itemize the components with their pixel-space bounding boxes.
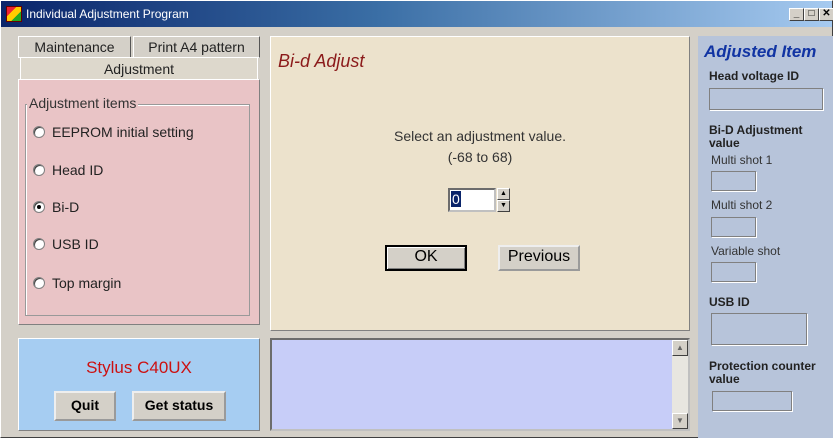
head-voltage-id-field xyxy=(709,88,823,110)
tab-maintenance[interactable]: Maintenance xyxy=(18,36,131,58)
radio-icon[interactable] xyxy=(33,126,45,138)
option-label: Head ID xyxy=(52,162,104,178)
option-label: USB ID xyxy=(52,236,99,252)
minimize-button[interactable]: _ xyxy=(789,8,804,21)
radio-selected-icon[interactable] xyxy=(33,201,45,213)
message-log-area[interactable]: ▲ ▼ xyxy=(270,338,690,431)
maximize-button[interactable]: □ xyxy=(804,8,819,21)
scroll-up-icon[interactable]: ▲ xyxy=(672,340,688,356)
close-button[interactable]: ✕ xyxy=(819,8,833,21)
radio-icon[interactable] xyxy=(33,277,45,289)
value-spinner[interactable]: ▲ ▼ xyxy=(497,188,510,212)
get-status-button[interactable]: Get status xyxy=(132,391,226,421)
protection-counter-field xyxy=(712,391,792,411)
title-bar[interactable]: Individual Adjustment Program _ □ ✕ xyxy=(1,1,833,27)
spin-down-icon[interactable]: ▼ xyxy=(497,200,510,212)
usb-id-field xyxy=(711,313,807,345)
ok-button[interactable]: OK xyxy=(385,245,467,271)
usb-id-label: USB ID xyxy=(709,295,750,309)
option-label: Top margin xyxy=(52,275,122,291)
previous-button[interactable]: Previous xyxy=(498,245,580,271)
option-label: EEPROM initial setting xyxy=(52,124,194,140)
multi-shot-1-field xyxy=(711,171,756,191)
bi-d-adjustment-value-label: Bi-D Adjustment value xyxy=(709,123,803,150)
radio-icon[interactable] xyxy=(33,164,45,176)
log-scrollbar[interactable]: ▲ ▼ xyxy=(672,340,688,429)
head-voltage-id-label: Head voltage ID xyxy=(709,69,800,83)
adjustment-value-input[interactable]: 0 xyxy=(448,188,496,212)
bi-d-adjust-panel: Bi-d Adjust Select an adjustment value. … xyxy=(270,36,690,331)
instruction-text: Select an adjustment value. xyxy=(394,128,566,144)
option-eeprom-initial-setting[interactable]: EEPROM initial setting xyxy=(33,122,194,142)
adjustment-items-label: Adjustment items xyxy=(27,95,139,111)
option-usb-id[interactable]: USB ID xyxy=(33,234,99,254)
option-head-id[interactable]: Head ID xyxy=(33,160,103,180)
app-window: Individual Adjustment Program _ □ ✕ Main… xyxy=(0,0,833,438)
option-top-margin[interactable]: Top margin xyxy=(33,273,121,293)
scroll-down-icon[interactable]: ▼ xyxy=(672,413,688,429)
adjustment-tab-body: Adjustment items EEPROM initial setting … xyxy=(18,79,260,325)
multi-shot-1-label: Multi shot 1 xyxy=(711,153,773,167)
panel-title: Bi-d Adjust xyxy=(278,51,365,71)
spin-up-icon[interactable]: ▲ xyxy=(497,188,510,200)
option-label: Bi-D xyxy=(52,199,80,215)
variable-shot-label: Variable shot xyxy=(711,244,781,258)
window-title: Individual Adjustment Program xyxy=(26,7,189,21)
adjustment-value: 0 xyxy=(451,191,461,207)
printer-model-name: Stylus C40UX xyxy=(86,358,192,377)
variable-shot-field xyxy=(711,262,756,282)
adjusted-item-panel: Adjusted Item Head voltage ID Bi-D Adjus… xyxy=(698,36,833,438)
quit-button[interactable]: Quit xyxy=(54,391,116,421)
multi-shot-2-label: Multi shot 2 xyxy=(711,198,773,212)
status-panel: Stylus C40UX Quit Get status xyxy=(18,338,260,431)
protection-counter-value-label: Protection counter value xyxy=(709,359,816,386)
adjusted-item-title: Adjusted Item xyxy=(704,42,817,61)
radio-icon[interactable] xyxy=(33,238,45,250)
range-text: (-68 to 68) xyxy=(447,149,513,165)
option-bi-d[interactable]: Bi-D xyxy=(33,197,79,217)
multi-shot-2-field xyxy=(711,217,756,237)
adjustment-panel: Maintenance Print A4 pattern Adjustment … xyxy=(18,35,260,325)
tab-print-a4-pattern[interactable]: Print A4 pattern xyxy=(133,36,260,58)
tab-adjustment[interactable]: Adjustment xyxy=(20,57,258,79)
app-icon xyxy=(6,6,22,22)
